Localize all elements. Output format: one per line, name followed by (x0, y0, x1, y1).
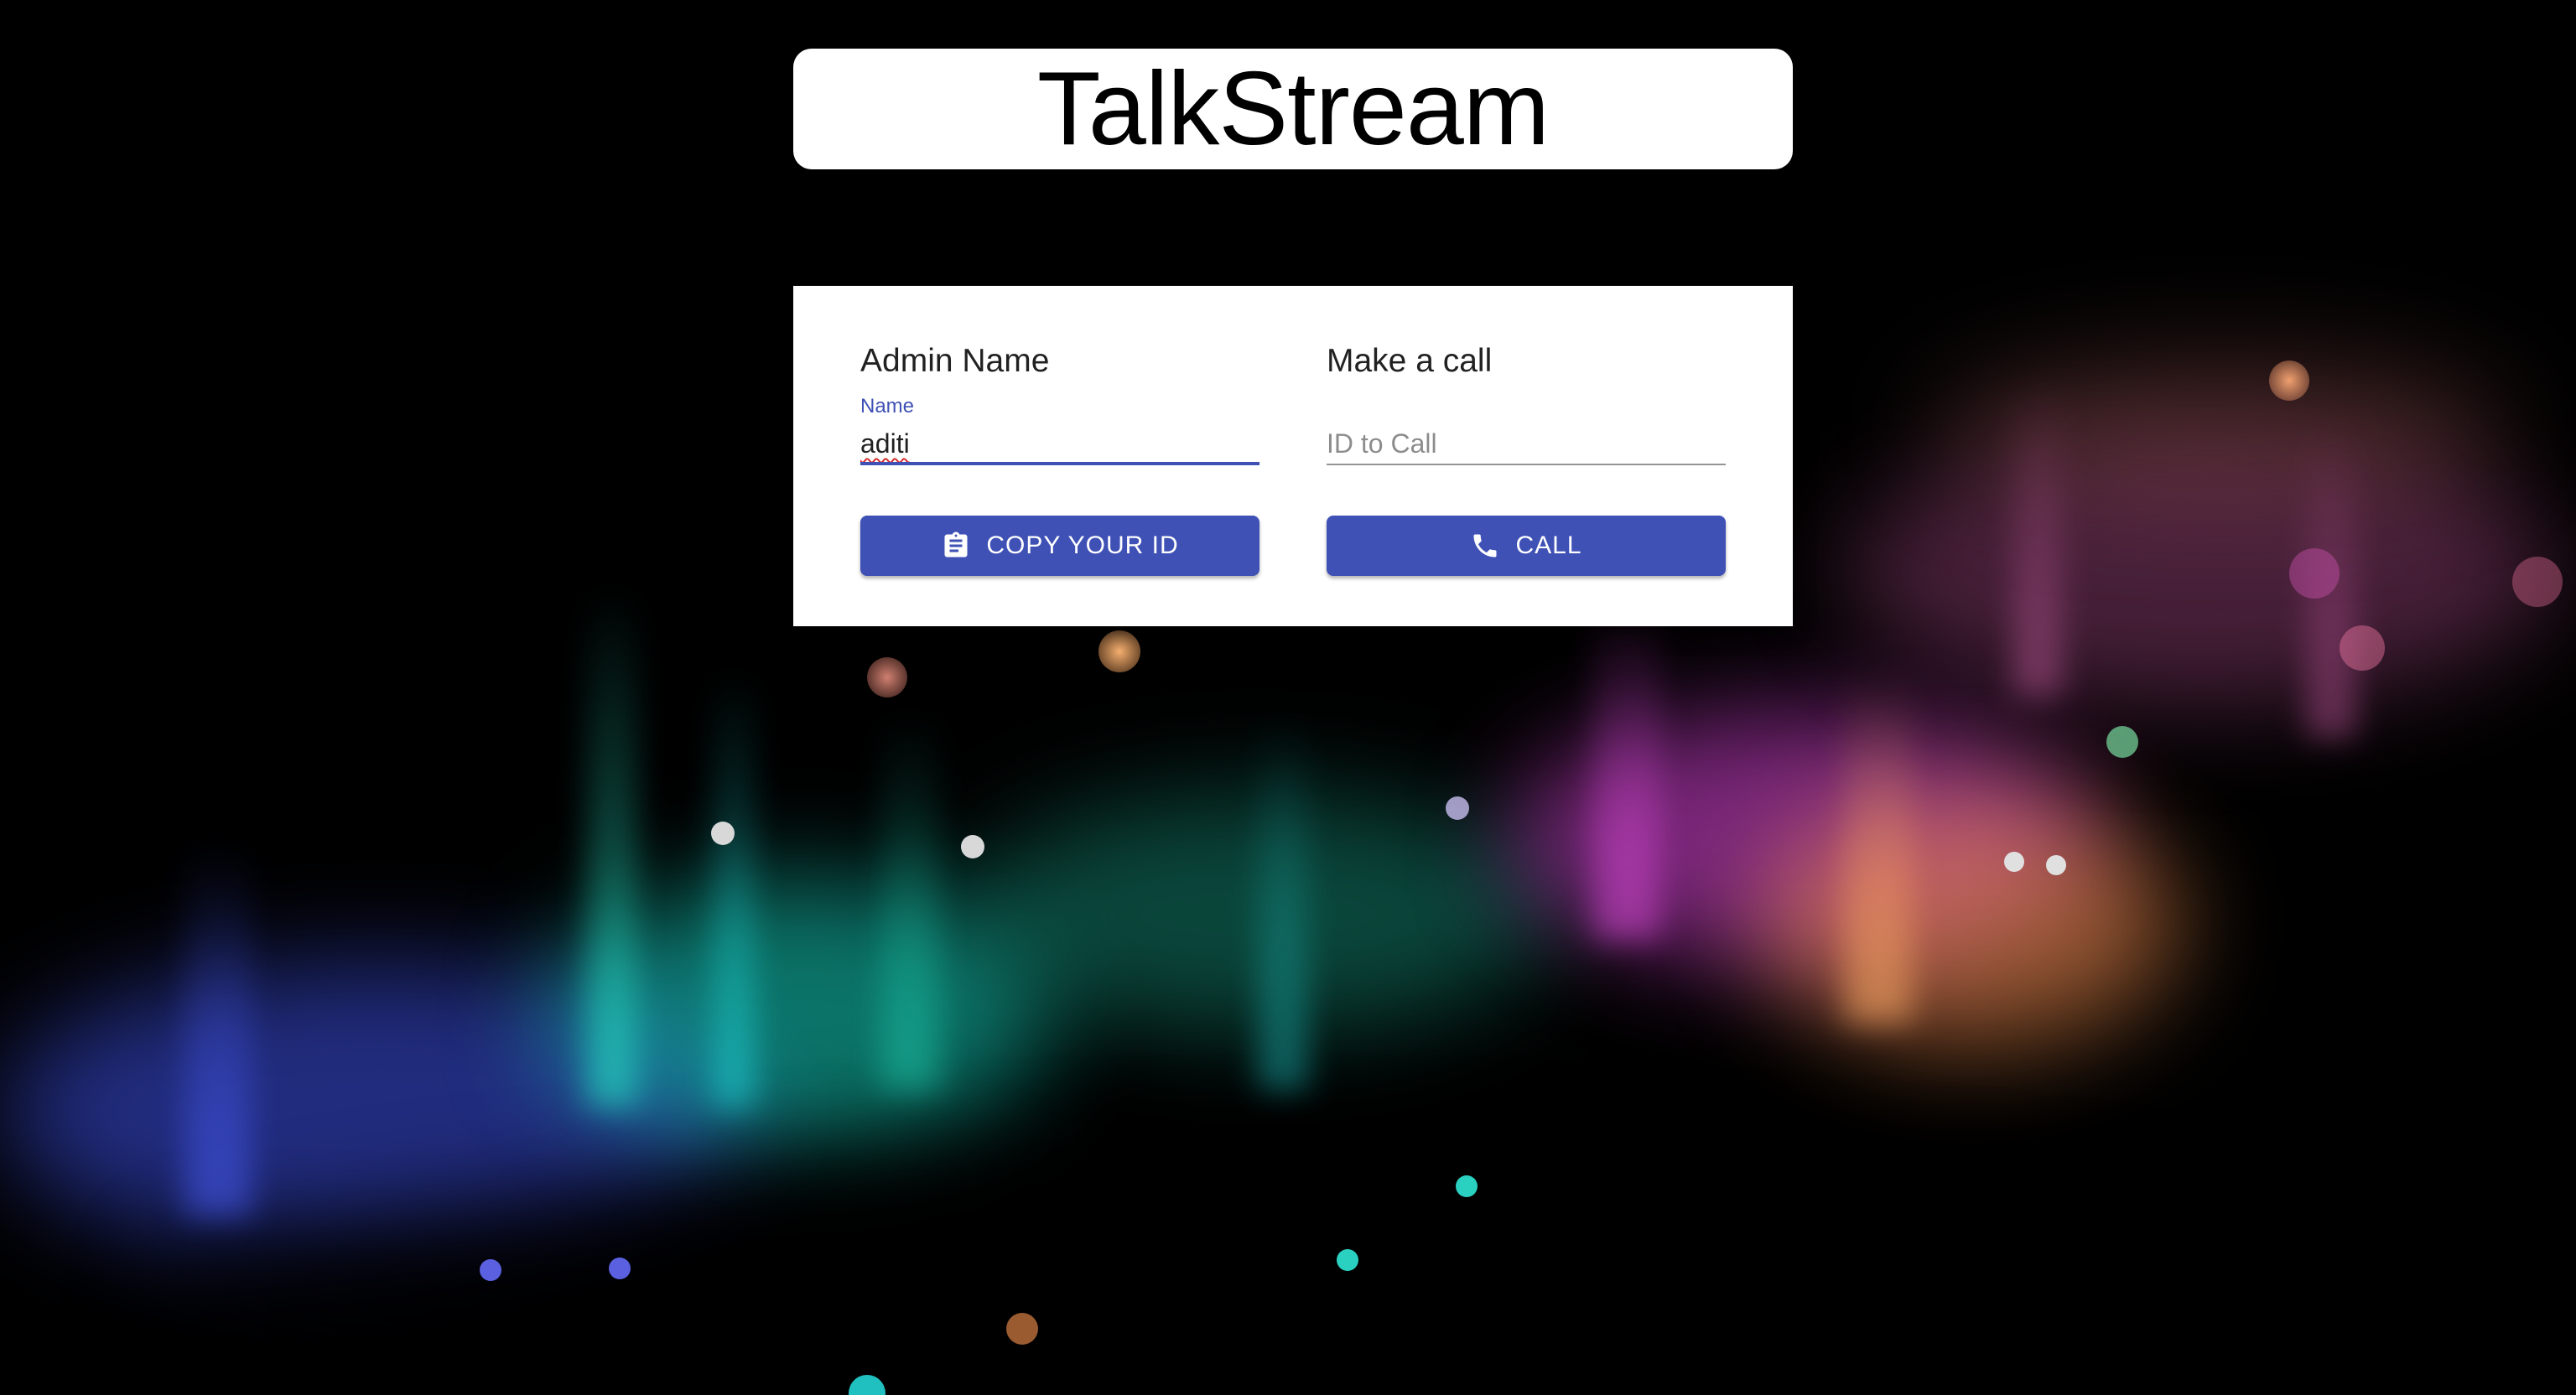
aurora-background (0, 0, 2576, 1395)
phone-icon (1473, 534, 1497, 557)
make-call-heading: Make a call (1327, 343, 1493, 379)
id-to-call-underline (1327, 464, 1726, 465)
name-input[interactable]: aditi (860, 428, 910, 459)
call-button-label: CALL (1515, 532, 1582, 559)
name-field-underline (860, 462, 1259, 465)
copy-id-button[interactable]: COPY YOUR ID (860, 516, 1259, 576)
id-to-call-input[interactable]: ID to Call (1327, 428, 1437, 459)
app-title-card: TalkStream (793, 49, 1793, 169)
id-to-call-field[interactable]: ID to Call (1327, 395, 1726, 465)
admin-heading: Admin Name (860, 343, 1050, 379)
name-field[interactable]: Name aditi (860, 395, 1259, 465)
clipboard-icon (944, 532, 968, 557)
app-title: TalkStream (1036, 51, 1550, 167)
name-field-label: Name (860, 395, 915, 417)
call-panel: Admin Name Name aditi COPY YOUR ID Make … (793, 286, 1793, 626)
call-button[interactable]: CALL (1327, 516, 1726, 576)
copy-id-button-label: COPY YOUR ID (986, 532, 1179, 559)
